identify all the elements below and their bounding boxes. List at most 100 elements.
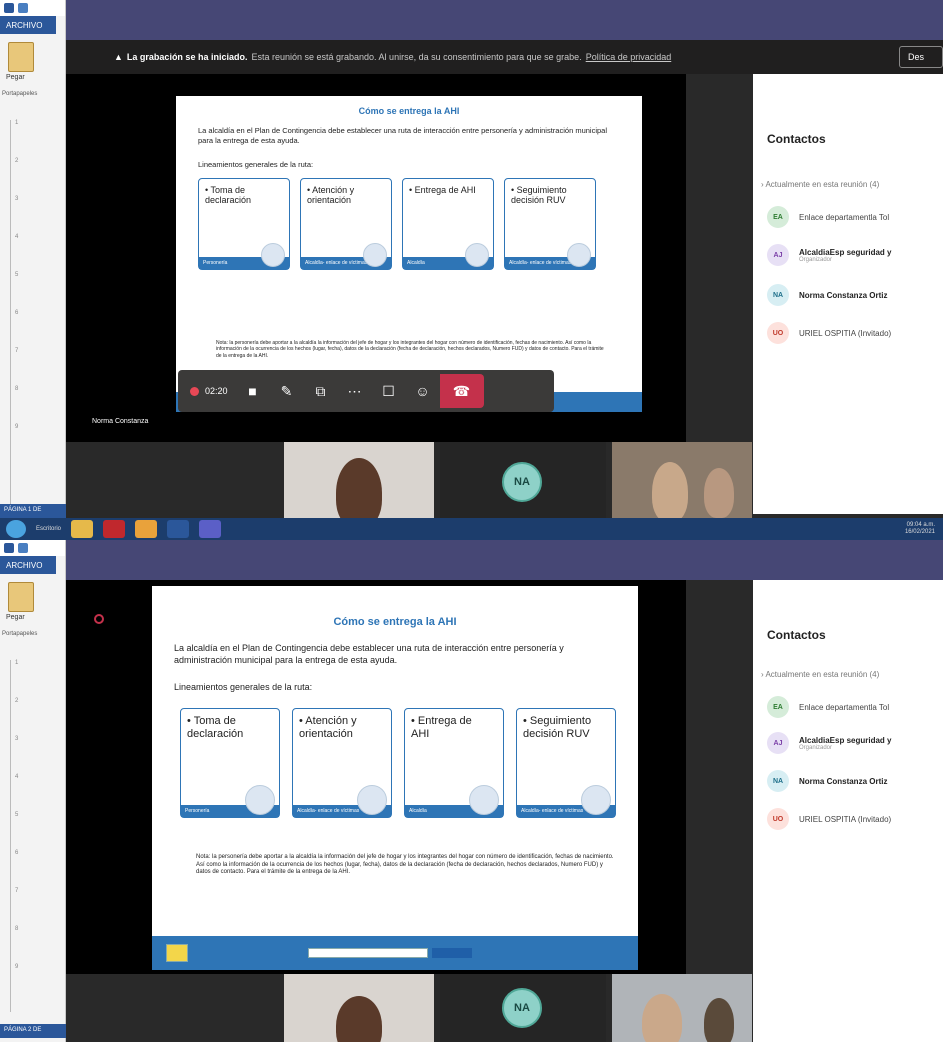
participants-icon[interactable]: ☺: [406, 374, 440, 408]
participant-row[interactable]: UO URIEL OSPITIA (Invitado): [767, 808, 891, 830]
video-tile-3[interactable]: [612, 442, 752, 518]
tray-time: 09:04 a.m.: [906, 522, 935, 528]
route-circle: [261, 243, 285, 267]
more-options-icon[interactable]: ⋯: [338, 374, 372, 408]
teams-window: Cómo se entrega la AHI La alcaldía en el…: [66, 540, 943, 1042]
hang-up-button[interactable]: ☎: [439, 374, 484, 408]
tray-date: 16/02/2021: [904, 529, 935, 536]
screenshot-1: ARCHIVO Pegar Portapapeles 123456789 PÁG…: [0, 0, 943, 540]
participant-row[interactable]: AJ AlcaldiaEsp seguridad y Organizador: [767, 732, 891, 754]
word-window: ARCHIVO Pegar Portapapeles 123456789 PÁG…: [0, 540, 66, 1042]
route-box-3: • Entrega de AHI Alcaldía: [404, 708, 504, 818]
shared-screen: Cómo se entrega la AHI La alcaldía en el…: [66, 74, 686, 442]
recording-indicator-icon: [94, 614, 104, 624]
banner-bold: La grabación se ha iniciado.: [126, 52, 248, 62]
pegar-label: Pegar: [6, 614, 25, 621]
dismiss-button[interactable]: Des: [899, 46, 943, 68]
route-circle: [567, 243, 591, 267]
slide-footer: [152, 936, 638, 970]
route-box-4: • Seguimiento decisión RUV Alcaldía- enl…: [504, 178, 596, 270]
avatar: AJ: [767, 732, 789, 754]
participant-row[interactable]: EA Enlace departamentla Tol: [767, 206, 889, 228]
portapapeles-label: Portapapeles: [2, 631, 38, 637]
video-tile-2[interactable]: NA: [440, 974, 606, 1042]
start-icon[interactable]: [6, 520, 26, 538]
teams-titlebar: [66, 0, 943, 40]
route-circle: [363, 243, 387, 267]
windows-taskbar: Escritorio 09:04 a.m. 16/02/2021: [0, 518, 943, 540]
route-box-text: • Toma de declaración: [187, 715, 244, 740]
slide-intro: La alcaldía en el Plan de Contingencia d…: [174, 643, 564, 666]
participant-video: [336, 458, 382, 518]
save-icon[interactable]: [18, 543, 28, 553]
participant-role: Organizador: [799, 256, 833, 263]
participant-row[interactable]: EA Enlace departamentla Tol: [767, 696, 889, 718]
participants-panel: Contactos › Actualmente en esta reunión …: [753, 74, 943, 514]
participant-name: URIEL OSPITIA (Invitado): [799, 328, 892, 338]
chrome-icon[interactable]: [135, 520, 158, 538]
participant-video: [642, 994, 682, 1042]
mic-off-icon[interactable]: ✎: [270, 374, 304, 408]
route-box-text: • Seguimiento decisión RUV: [511, 185, 567, 206]
video-tile-2[interactable]: NA: [440, 442, 606, 518]
footer-search: [308, 948, 428, 958]
avatar-na: NA: [502, 988, 542, 1028]
word-titlebar: [0, 540, 65, 556]
pdf-icon[interactable]: [103, 520, 126, 538]
video-tile-3[interactable]: [612, 974, 752, 1042]
save-icon[interactable]: [18, 3, 28, 13]
route-box-text: • Atención y orientación: [299, 715, 357, 740]
camera-off-icon[interactable]: ■: [236, 374, 270, 408]
folder-icon[interactable]: [71, 520, 94, 538]
teams-icon[interactable]: [199, 520, 222, 538]
avatar: UO: [767, 808, 789, 830]
panel-group[interactable]: › Actualmente en esta reunión (4): [761, 180, 879, 189]
page-indicator[interactable]: PÁGINA 1 DE: [0, 504, 66, 518]
panel-group[interactable]: › Actualmente en esta reunión (4): [761, 670, 879, 679]
banner-text: Esta reunión se está grabando. Al unirse…: [251, 52, 582, 62]
warning-icon: ▲: [114, 52, 123, 62]
paste-icon[interactable]: [8, 42, 34, 72]
archivo-tab[interactable]: ARCHIVO: [0, 16, 56, 34]
vertical-ruler: 123456789: [10, 120, 30, 510]
privacy-link[interactable]: Política de privacidad: [586, 52, 672, 62]
chat-icon[interactable]: ☐: [372, 374, 406, 408]
word-icon: [4, 543, 14, 553]
route-box-1: • Toma de declaración Personería: [198, 178, 290, 270]
paste-icon[interactable]: [8, 582, 34, 612]
slide-title: Cómo se entrega la AHI: [358, 106, 460, 116]
archivo-tab[interactable]: ARCHIVO: [0, 556, 56, 574]
video-tile-1[interactable]: [284, 974, 434, 1042]
teams-window: ▲ La grabación se ha iniciado. Esta reun…: [66, 0, 943, 540]
route-circle: [469, 785, 499, 815]
participant-row[interactable]: AJ AlcaldiaEsp seguridad y Organizador: [767, 244, 891, 266]
avatar: AJ: [767, 244, 789, 266]
presenter-name-tag: Norma Constanza: [92, 418, 149, 425]
slide-intro: La alcaldía en el Plan de Contingencia d…: [198, 126, 608, 145]
route-circle: [581, 785, 611, 815]
slide-title: Cómo se entrega la AHI: [333, 616, 457, 628]
word-icon: [4, 3, 14, 13]
participant-row[interactable]: NA Norma Constanza Ortiz: [767, 770, 887, 792]
word-titlebar: [0, 0, 65, 16]
page-indicator[interactable]: PÁGINA 2 DE: [0, 1024, 66, 1038]
call-timer: 02:20: [205, 386, 228, 396]
avatar: UO: [767, 322, 789, 344]
participant-row[interactable]: NA Norma Constanza Ortiz: [767, 284, 887, 306]
word-taskbar-icon[interactable]: [167, 520, 190, 538]
footer-button: [432, 948, 472, 958]
participant-name: AlcaldiaEsp seguridad y: [799, 735, 892, 745]
video-tile-1[interactable]: [284, 442, 434, 518]
participant-row[interactable]: UO URIEL OSPITIA (Invitado): [767, 322, 891, 344]
participant-name: Norma Constanza Ortiz: [799, 290, 888, 300]
slide-note: Nota: la personería debe aportar a la al…: [196, 854, 614, 875]
route-box-text: • Atención y orientación: [307, 185, 355, 206]
participant-name: Enlace departamentla Tol: [799, 702, 890, 712]
system-tray: 09:04 a.m. 16/02/2021: [905, 522, 935, 536]
share-screen-icon[interactable]: ⧉: [304, 374, 338, 408]
route-circle: [465, 243, 489, 267]
screenshot-2: ARCHIVO Pegar Portapapeles 123456789 PÁG…: [0, 540, 943, 1042]
vertical-ruler: 123456789: [10, 660, 30, 1012]
desktop-label[interactable]: Escritorio: [36, 526, 61, 532]
route-circle: [245, 785, 275, 815]
